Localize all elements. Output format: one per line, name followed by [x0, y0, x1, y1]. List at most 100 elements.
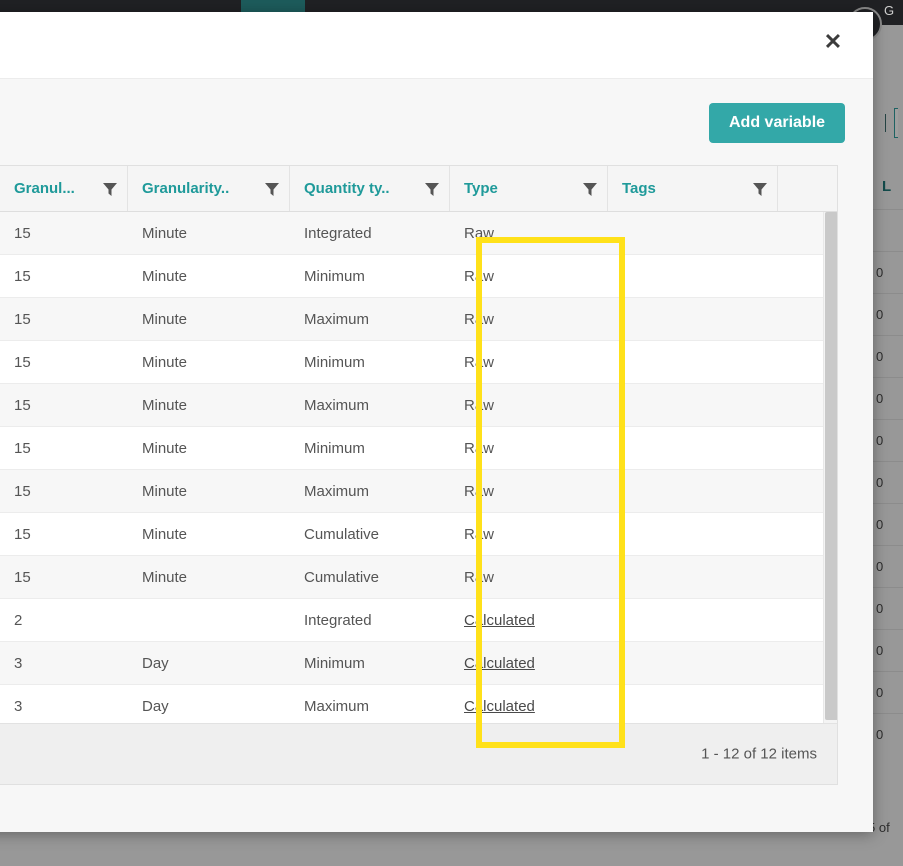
cell-granularity: 15: [0, 384, 128, 426]
column-header-granularity[interactable]: Granul...: [0, 166, 128, 211]
filter-icon[interactable]: [264, 181, 280, 197]
cell-tags: [608, 212, 778, 254]
cell-granularity-unit: Minute: [128, 427, 290, 469]
cell-tags: [608, 470, 778, 512]
cell-tags: [608, 513, 778, 555]
cell-granularity-unit: Minute: [128, 255, 290, 297]
table-row[interactable]: 3DayMaximumCalculated: [0, 685, 837, 723]
cell-tags: [608, 341, 778, 383]
filter-icon[interactable]: [752, 181, 768, 197]
close-icon[interactable]: ✕: [817, 26, 849, 58]
grid-body: 15MinuteIntegratedRaw15MinuteMinimumRaw1…: [0, 212, 837, 723]
cell-tags: [608, 685, 778, 723]
column-header-granularity-unit[interactable]: Granularity..: [128, 166, 290, 211]
table-row[interactable]: 15MinuteMinimumRaw: [0, 255, 837, 298]
cell-quantity-type: Maximum: [290, 384, 450, 426]
pager-info: 1 - 12 of 12 items: [701, 746, 817, 763]
cell-granularity: 15: [0, 470, 128, 512]
cell-granularity: 3: [0, 685, 128, 723]
cell-quantity-type: Minimum: [290, 427, 450, 469]
table-row[interactable]: 15MinuteMaximumRaw: [0, 470, 837, 513]
column-header-tags[interactable]: Tags: [608, 166, 778, 211]
calculated-link[interactable]: Calculated: [464, 698, 535, 715]
cell-type: Raw: [450, 298, 608, 340]
cell-tags: [608, 384, 778, 426]
navbar-title: G: [884, 3, 894, 18]
calculated-link[interactable]: Calculated: [464, 612, 535, 629]
cell-quantity-type: Integrated: [290, 599, 450, 641]
cell-granularity: 15: [0, 255, 128, 297]
column-header-tags-label: Tags: [622, 180, 656, 197]
cell-type[interactable]: Calculated: [450, 642, 608, 684]
calculated-link[interactable]: Calculated: [464, 655, 535, 672]
table-row[interactable]: 15MinuteCumulativeRaw: [0, 513, 837, 556]
cell-granularity: 15: [0, 513, 128, 555]
cell-tags: [608, 298, 778, 340]
cell-quantity-type: Maximum: [290, 298, 450, 340]
cell-quantity-type: Maximum: [290, 470, 450, 512]
scrollbar-thumb[interactable]: [825, 212, 837, 720]
table-row[interactable]: 15MinuteMaximumRaw: [0, 384, 837, 427]
column-header-quantity-type-label: Quantity ty..: [304, 180, 390, 197]
grid-vertical-scrollbar[interactable]: [823, 212, 837, 723]
background-toolbar: [876, 105, 903, 141]
table-row[interactable]: 15MinuteMinimumRaw: [0, 427, 837, 470]
cell-granularity-unit: Minute: [128, 298, 290, 340]
table-row[interactable]: 15MinuteCumulativeRaw: [0, 556, 837, 599]
cell-granularity: 15: [0, 212, 128, 254]
cell-tags: [608, 427, 778, 469]
cell-tags: [608, 642, 778, 684]
add-variable-button[interactable]: Add variable: [709, 103, 845, 143]
filter-icon[interactable]: [102, 181, 118, 197]
column-header-granularity-unit-label: Granularity..: [142, 180, 229, 197]
table-row[interactable]: 15MinuteMinimumRaw: [0, 341, 837, 384]
cell-type[interactable]: Calculated: [450, 685, 608, 723]
column-header-quantity-type[interactable]: Quantity ty..: [290, 166, 450, 211]
cell-quantity-type: Minimum: [290, 341, 450, 383]
cell-granularity-unit: Minute: [128, 341, 290, 383]
filter-icon[interactable]: [582, 181, 598, 197]
toolbar-divider: [885, 114, 886, 132]
cell-type: Raw: [450, 470, 608, 512]
cell-granularity-unit: Minute: [128, 212, 290, 254]
cell-granularity-unit: Minute: [128, 470, 290, 512]
cell-quantity-type: Cumulative: [290, 556, 450, 598]
grid-header-row: Granul... Granularity.. Quantity ty..: [0, 166, 837, 212]
cell-quantity-type: Integrated: [290, 212, 450, 254]
variables-modal: ✕ rets your data. Add variable Granul...: [0, 12, 873, 832]
table-row[interactable]: 15MinuteIntegratedRaw: [0, 212, 837, 255]
cell-type: Raw: [450, 341, 608, 383]
cell-type: Raw: [450, 384, 608, 426]
cell-granularity: 15: [0, 556, 128, 598]
cell-granularity: 15: [0, 298, 128, 340]
cell-granularity: 15: [0, 341, 128, 383]
column-header-type[interactable]: Type: [450, 166, 608, 211]
column-header-granularity-label: Granul...: [14, 180, 75, 197]
modal-intro-row: rets your data. Add variable: [0, 79, 873, 165]
cell-tags: [608, 556, 778, 598]
cell-granularity-unit: Day: [128, 685, 290, 723]
cell-tags: [608, 255, 778, 297]
cell-type: Raw: [450, 556, 608, 598]
table-row[interactable]: 3DayMinimumCalculated: [0, 642, 837, 685]
cell-type: Raw: [450, 427, 608, 469]
cell-granularity: 3: [0, 642, 128, 684]
toolbar-input-edge[interactable]: [894, 108, 898, 138]
table-row[interactable]: 15MinuteMaximumRaw: [0, 298, 837, 341]
cell-quantity-type: Minimum: [290, 255, 450, 297]
cell-granularity-unit: Minute: [128, 556, 290, 598]
cell-type: Raw: [450, 513, 608, 555]
cell-granularity: 2: [0, 599, 128, 641]
cell-granularity: 15: [0, 427, 128, 469]
cell-type[interactable]: Calculated: [450, 599, 608, 641]
modal-header: ✕: [0, 12, 873, 79]
cell-granularity-unit: Minute: [128, 513, 290, 555]
variables-grid: Granul... Granularity.. Quantity ty..: [0, 165, 838, 785]
cell-quantity-type: Minimum: [290, 642, 450, 684]
cell-granularity-unit: [128, 599, 290, 641]
cell-type: Raw: [450, 255, 608, 297]
grid-pager: 1 - 12 of 12 items: [0, 723, 837, 784]
table-row[interactable]: 2 Integrated Calculated: [0, 599, 837, 642]
cell-type: Raw: [450, 212, 608, 254]
filter-icon[interactable]: [424, 181, 440, 197]
